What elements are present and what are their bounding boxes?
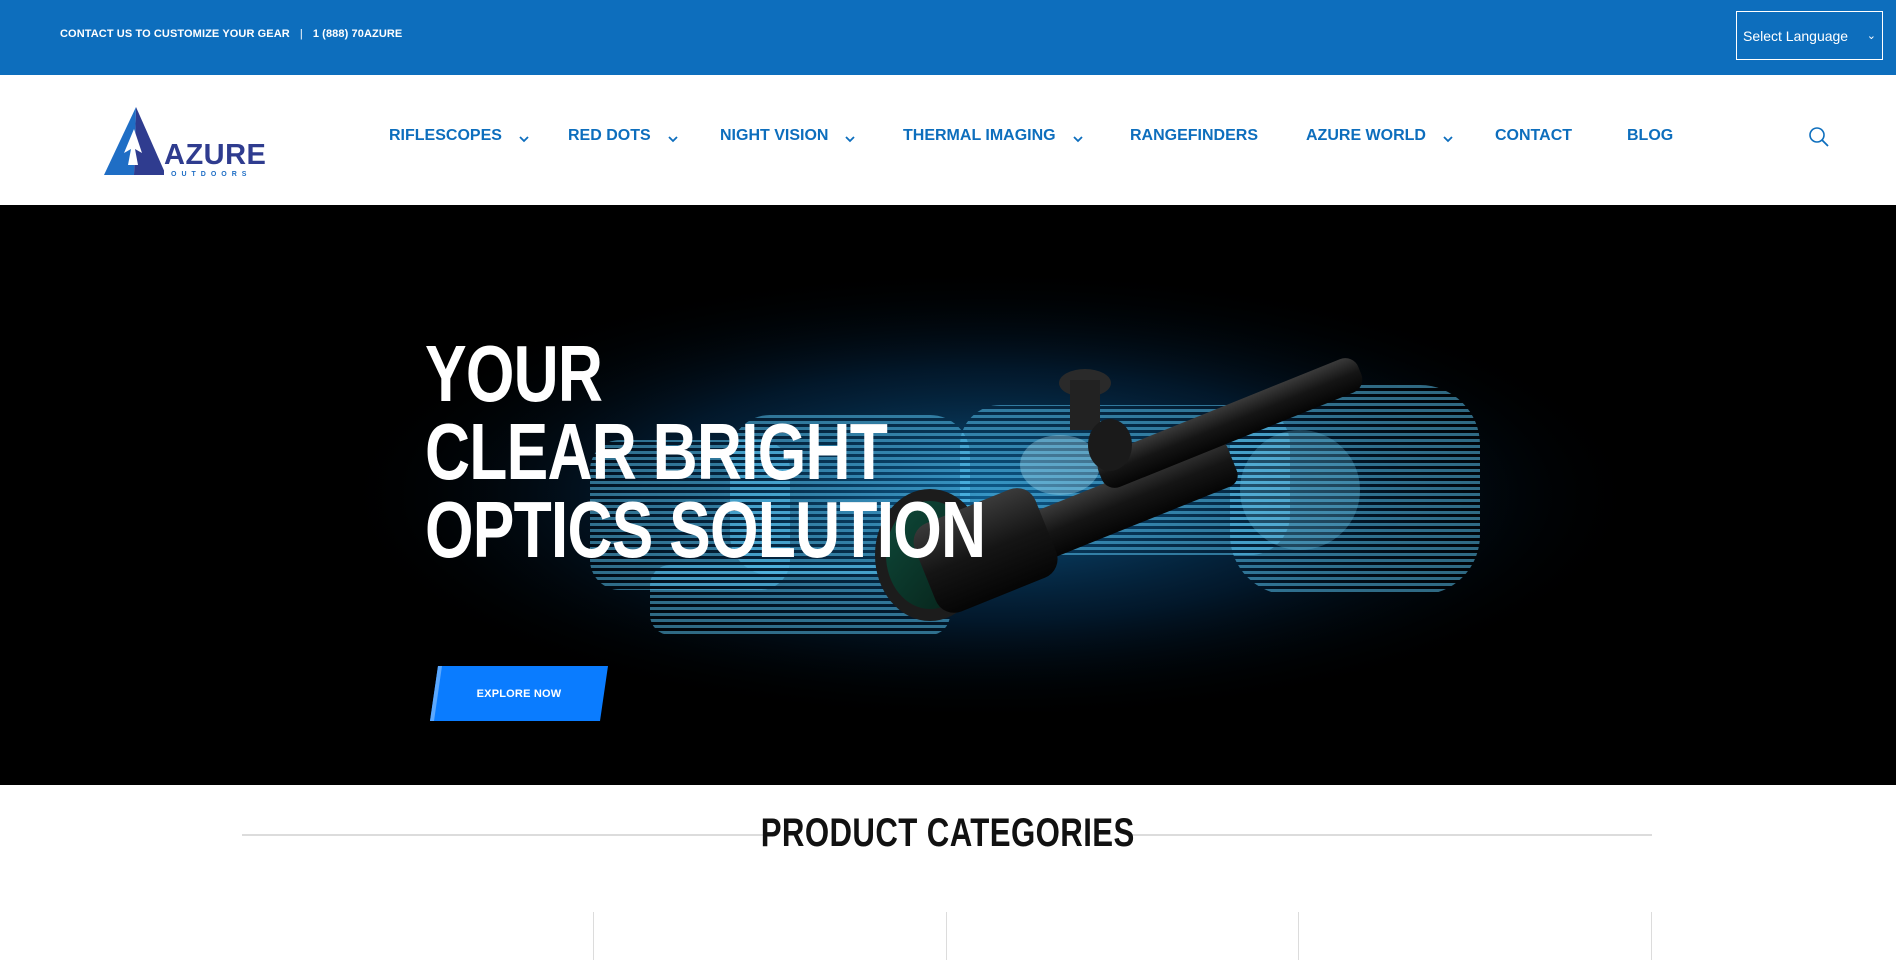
nav-item-riflescopes[interactable]: RIFLESCOPES	[389, 127, 530, 145]
hero-headline-line: YOUR	[425, 329, 603, 418]
chevron-down-icon	[519, 136, 529, 143]
nav-item-azure-world[interactable]: AZURE WORLD	[1306, 127, 1454, 145]
nav-item-thermal-imaging[interactable]: THERMAL IMAGING	[903, 127, 1084, 145]
nav-item-label: RANGEFINDERS	[1130, 127, 1259, 144]
nav-item-label: RIFLESCOPES	[389, 127, 502, 144]
section-title: PRODUCT CATEGORIES	[761, 811, 1135, 855]
language-select-value: Select Language	[1743, 27, 1849, 44]
nav-item-label: BLOG	[1627, 127, 1674, 144]
nav-item-rangefinders[interactable]: RANGEFINDERS	[1130, 127, 1258, 145]
nav-item-label: AZURE WORLD	[1306, 127, 1426, 144]
chevron-down-icon	[668, 136, 678, 143]
hero-headline: YOUR CLEAR BRIGHT OPTICS SOLUTION	[425, 329, 986, 574]
contact-line: CONTACT US TO CUSTOMIZE YOUR GEAR | 1 (888…	[60, 28, 402, 40]
column-divider	[1651, 912, 1652, 960]
site-header: AZURE OUTDOORS RIFLESCOPES RED DOTS NIGH…	[0, 75, 1896, 205]
hero-banner: YOUR CLEAR BRIGHT OPTICS SOLUTION EXPLOR…	[0, 205, 1896, 785]
product-categories-section: PRODUCT CATEGORIES	[0, 785, 1896, 960]
explore-now-label: EXPLORE NOW	[476, 687, 562, 700]
nav-item-blog[interactable]: BLOG	[1627, 127, 1673, 145]
column-divider	[946, 912, 947, 960]
logo-wordmark: AZURE	[164, 139, 267, 171]
chevron-down-icon	[845, 136, 856, 143]
phone-link[interactable]: 1 (888) 70AZURE	[313, 28, 403, 40]
nav-item-label: NIGHT VISION	[720, 127, 829, 144]
nav-item-night-vision[interactable]: NIGHT VISION	[720, 127, 856, 145]
nav-item-red-dots[interactable]: RED DOTS	[568, 127, 679, 145]
top-bar: CONTACT US TO CUSTOMIZE YOUR GEAR | 1 (888…	[0, 0, 1896, 75]
language-select[interactable]: Select Language ⌄	[1736, 11, 1883, 60]
nav-item-label: RED DOTS	[568, 127, 651, 144]
chevron-down-icon	[1443, 136, 1453, 143]
hero-headline-line: OPTICS SOLUTION	[425, 485, 986, 574]
azure-outdoors-logo[interactable]: AZURE OUTDOORS	[104, 105, 266, 178]
column-divider	[593, 912, 594, 960]
search-button[interactable]	[1807, 125, 1831, 149]
search-icon	[1809, 127, 1829, 147]
contact-text: CONTACT US TO CUSTOMIZE YOUR GEAR	[60, 28, 290, 40]
nav-item-contact[interactable]: CONTACT	[1495, 127, 1572, 145]
nav-item-label: CONTACT	[1495, 127, 1573, 144]
column-divider	[1298, 912, 1299, 960]
chevron-down-icon: ⌄	[1866, 30, 1876, 42]
logo-mark-icon	[104, 107, 164, 175]
contact-separator: |	[299, 28, 303, 40]
nav-item-label: THERMAL IMAGING	[903, 127, 1056, 144]
logo-subtitle: OUTDOORS	[171, 171, 252, 178]
explore-now-button[interactable]: EXPLORE NOW	[430, 666, 608, 721]
hero-headline-line: CLEAR BRIGHT	[425, 407, 888, 496]
chevron-down-icon	[1072, 136, 1083, 143]
